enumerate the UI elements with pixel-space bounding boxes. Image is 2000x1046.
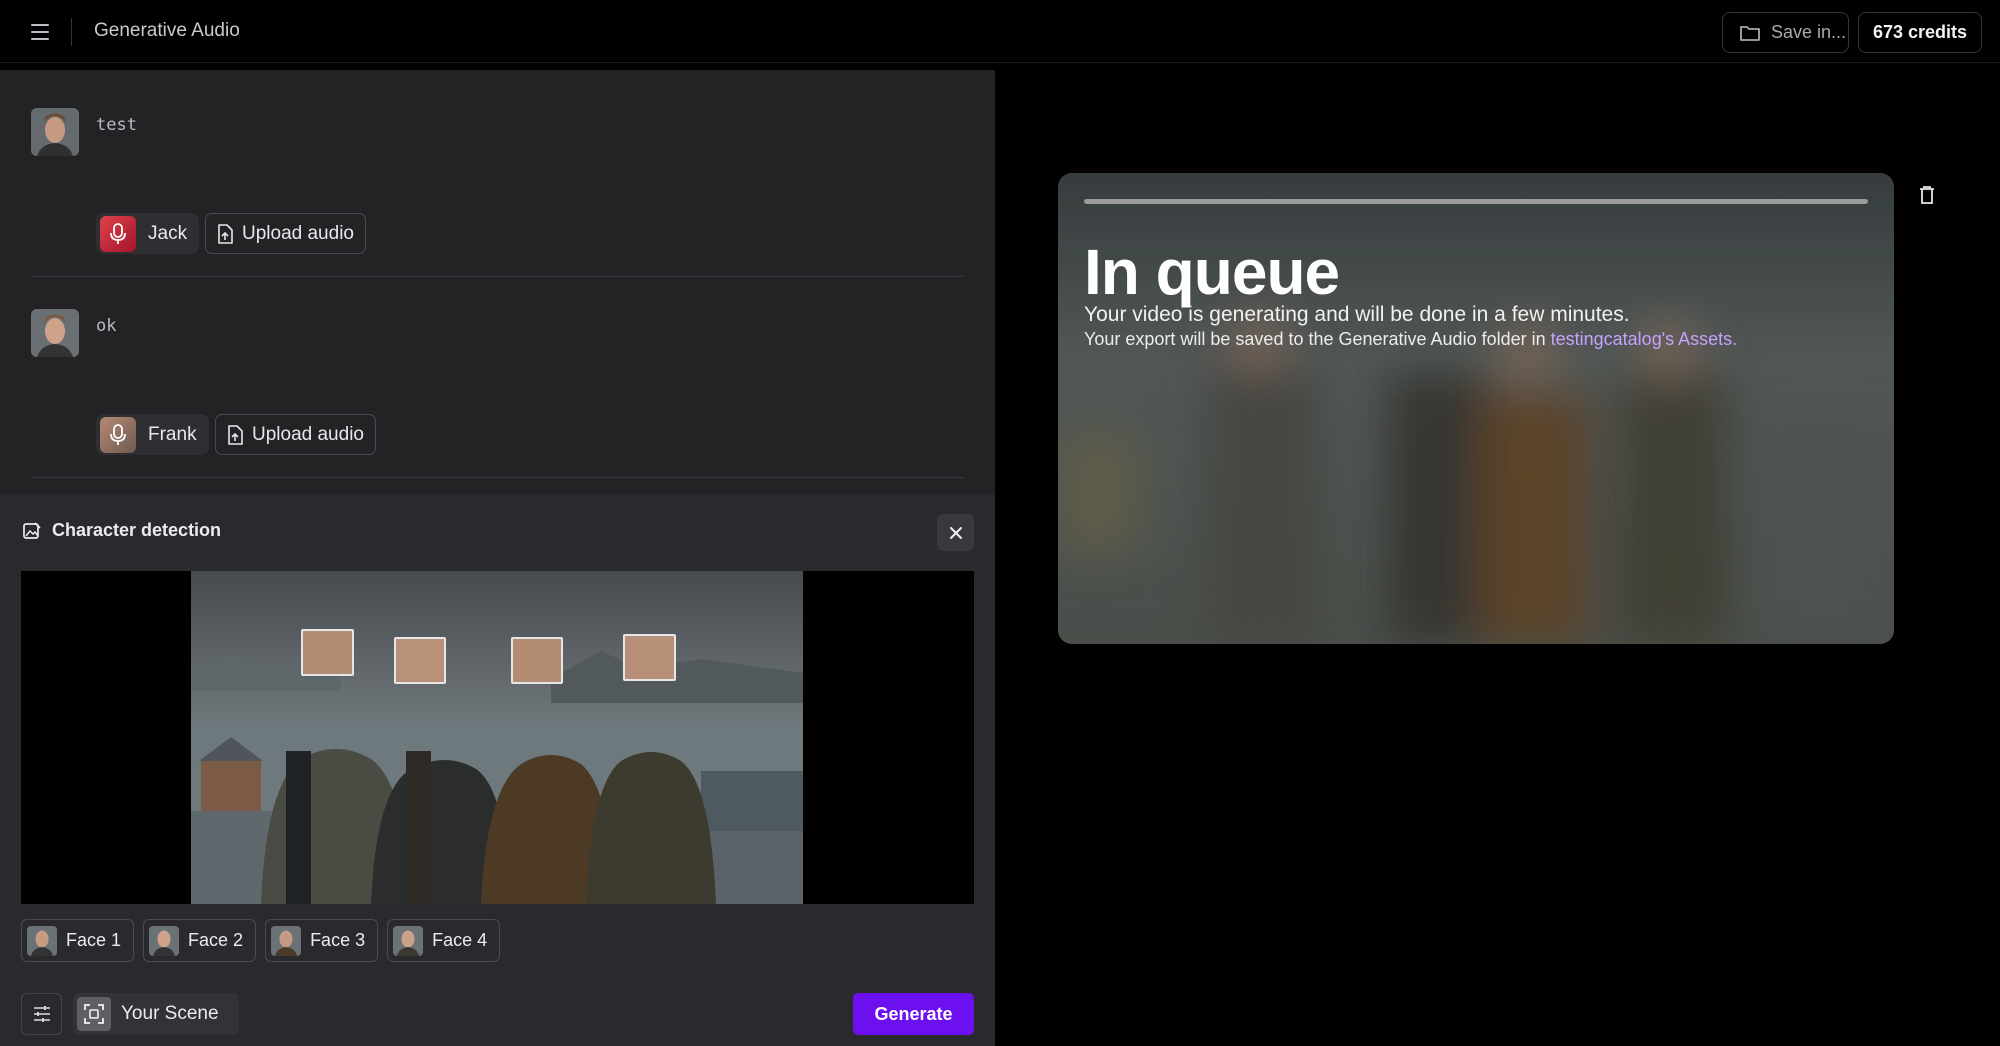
voice-selector[interactable]: Frank	[96, 414, 209, 455]
face-button[interactable]: Face 1	[21, 919, 135, 962]
face-label: Face 2	[188, 930, 244, 950]
export-note-text: Your export will be saved to the Generat…	[1084, 329, 1551, 349]
face-thumbnail	[271, 925, 302, 956]
queue-message: Your video is generating and will be don…	[1084, 303, 1630, 326]
face-list: Face 1 Face 2 Face 3 Face 4	[21, 919, 501, 962]
divider	[31, 477, 964, 478]
face-detection-box[interactable]	[511, 637, 563, 684]
face-button[interactable]: Face 2	[143, 919, 257, 962]
panel-title: Character detection	[52, 520, 222, 540]
save-in-label: Save in...	[1771, 22, 1847, 42]
divider	[31, 276, 964, 277]
menu-icon[interactable]	[26, 20, 54, 44]
voice-name: Jack	[148, 222, 188, 244]
face-label: Face 3	[310, 930, 366, 950]
divider	[71, 18, 72, 46]
face-label: Face 1	[66, 930, 122, 950]
credits-button[interactable]: 673 credits	[1858, 12, 1982, 53]
sliders-icon[interactable]	[21, 993, 62, 1035]
scene-image	[191, 571, 803, 904]
character-detection-header: Character detection	[22, 520, 221, 541]
face-detection-box[interactable]	[301, 629, 354, 676]
queue-card: In queue Your video is generating and wi…	[1058, 173, 1894, 644]
scene-preview	[21, 571, 974, 904]
top-bar: Generative Audio Save in... 673 credits	[0, 0, 2000, 63]
app-title: Generative Audio	[94, 20, 240, 41]
export-note: Your export will be saved to the Generat…	[1084, 329, 1737, 350]
close-icon[interactable]	[937, 514, 974, 551]
microphone-icon	[100, 416, 136, 453]
face-label: Face 4	[432, 930, 488, 950]
your-scene-selector[interactable]: Your Scene	[73, 993, 239, 1035]
assets-link[interactable]: testingcatalog's Assets	[1551, 329, 1733, 349]
face-thumbnail	[393, 925, 424, 956]
save-in-button[interactable]: Save in...	[1722, 12, 1849, 53]
avatar	[31, 309, 79, 357]
face-thumbnail	[149, 925, 180, 956]
face-detection-box[interactable]	[623, 634, 676, 681]
trash-icon[interactable]	[1915, 183, 1939, 207]
file-upload-icon	[218, 223, 233, 244]
folder-icon	[1740, 25, 1760, 41]
generate-button[interactable]: Generate	[853, 993, 974, 1035]
line-text[interactable]: test	[96, 115, 137, 135]
export-note-period: .	[1732, 329, 1738, 349]
face-thumbnail	[27, 925, 57, 956]
line-text[interactable]: ok	[96, 316, 116, 336]
image-edit-icon	[23, 521, 41, 539]
face-detection-box[interactable]	[394, 637, 446, 684]
upload-audio-button[interactable]: Upload audio	[205, 213, 366, 254]
microphone-icon	[100, 215, 136, 252]
upload-audio-button[interactable]: Upload audio	[215, 414, 376, 455]
bottom-toolbar: Your Scene Generate	[21, 993, 974, 1035]
avatar	[31, 108, 79, 156]
voice-name: Frank	[148, 423, 197, 445]
face-button[interactable]: Face 3	[265, 919, 379, 962]
progress-bar	[1084, 199, 1868, 204]
face-button[interactable]: Face 4	[387, 919, 501, 962]
file-upload-icon	[228, 424, 243, 445]
character-detection-panel: Character detection Face 1 Face 2 Face 3…	[0, 494, 995, 1046]
scene-label: Your Scene	[121, 1003, 219, 1024]
face-scan-icon	[77, 997, 111, 1031]
queue-title: In queue	[1084, 236, 1340, 308]
upload-audio-label: Upload audio	[252, 423, 364, 445]
voice-selector[interactable]: Jack	[96, 213, 200, 254]
upload-audio-label: Upload audio	[242, 222, 354, 244]
